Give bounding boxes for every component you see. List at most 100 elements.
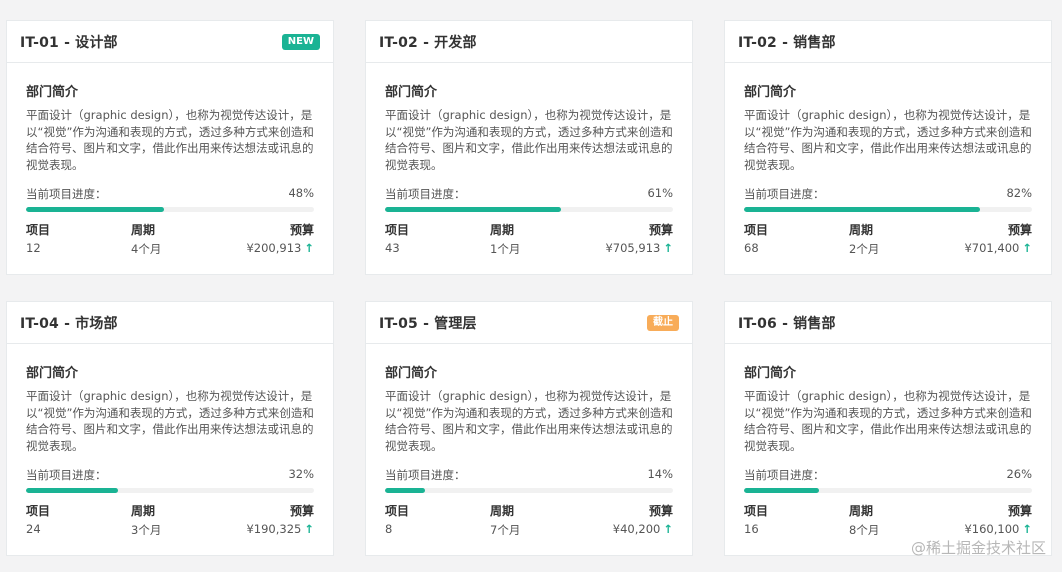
card-body: 部门简介 平面设计（graphic design），也称为视觉传达设计，是以“视… [366, 344, 692, 538]
section-title: 部门简介 [744, 85, 797, 100]
progress-percent: 61% [647, 186, 673, 200]
section-title: 部门简介 [744, 366, 797, 381]
stats-row: 项目 43 周期 1个月 预算 ¥705,913 ↑ [385, 221, 673, 257]
period-label: 周期 [849, 504, 874, 518]
card-title: IT-01 - 设计部 [20, 34, 118, 51]
project-label: 项目 [26, 223, 51, 237]
progress-row: 当前项目进度： 82% [744, 186, 1032, 202]
progress-label: 当前项目进度： [744, 187, 825, 201]
budget-value-row: ¥701,400 ↑ [964, 241, 1032, 255]
card-title: IT-02 - 销售部 [738, 34, 836, 51]
budget-value: ¥705,913 [605, 241, 661, 255]
budget-value-row: ¥200,913 ↑ [246, 241, 314, 255]
stats-row: 项目 16 周期 8个月 预算 ¥160,100 ↑ [744, 502, 1032, 538]
stats-row: 项目 8 周期 7个月 预算 ¥40,200 ↑ [385, 502, 673, 538]
department-card[interactable]: IT-04 - 市场部 部门简介 平面设计（graphic design），也称… [6, 301, 334, 556]
card-title: IT-05 - 管理层 [379, 315, 477, 332]
progress-percent: 26% [1006, 467, 1032, 481]
progress-bar-fill [385, 207, 561, 212]
progress-label: 当前项目进度： [744, 468, 825, 482]
department-card[interactable]: IT-01 - 设计部 NEW 部门简介 平面设计（graphic design… [6, 20, 334, 275]
arrow-up-icon: ↑ [1022, 522, 1032, 536]
stat-project: 项目 8 [385, 502, 490, 538]
card-header: IT-02 - 销售部 [725, 21, 1051, 63]
period-value: 7个月 [490, 523, 521, 537]
department-description: 平面设计（graphic design），也称为视觉传达设计，是以“视觉”作为沟… [26, 389, 314, 453]
progress-row: 当前项目进度： 14% [385, 467, 673, 483]
watermark: @稀土掘金技术社区 [910, 539, 1046, 557]
progress-bar [744, 207, 1032, 212]
project-value: 16 [744, 522, 759, 536]
stat-period: 周期 1个月 [490, 221, 595, 257]
card-header: IT-01 - 设计部 NEW [7, 21, 333, 63]
progress-percent: 82% [1006, 186, 1032, 200]
section-title: 部门简介 [26, 366, 79, 381]
stat-budget: 预算 ¥160,100 ↑ [954, 502, 1032, 538]
stat-project: 项目 43 [385, 221, 490, 257]
project-value: 43 [385, 241, 400, 255]
progress-row: 当前项目进度： 48% [26, 186, 314, 202]
progress-bar [744, 488, 1032, 493]
stats-row: 项目 12 周期 4个月 预算 ¥200,913 ↑ [26, 221, 314, 257]
budget-label: 预算 [648, 223, 673, 237]
department-card[interactable]: IT-05 - 管理层 截止 部门简介 平面设计（graphic design）… [365, 301, 693, 556]
budget-value: ¥190,325 [246, 522, 302, 536]
project-value: 8 [385, 522, 393, 536]
department-description: 平面设计（graphic design），也称为视觉传达设计，是以“视觉”作为沟… [744, 389, 1032, 453]
budget-value: ¥200,913 [246, 241, 302, 255]
arrow-up-icon: ↑ [304, 241, 314, 255]
department-card[interactable]: IT-02 - 开发部 部门简介 平面设计（graphic design），也称… [365, 20, 693, 275]
progress-percent: 48% [288, 186, 314, 200]
stat-period: 周期 8个月 [849, 502, 954, 538]
progress-bar-fill [744, 488, 819, 493]
card-header: IT-06 - 销售部 [725, 302, 1051, 344]
progress-row: 当前项目进度： 32% [26, 467, 314, 483]
department-description: 平面设计（graphic design），也称为视觉传达设计，是以“视觉”作为沟… [26, 108, 314, 172]
progress-bar-fill [26, 207, 165, 212]
period-label: 周期 [490, 223, 515, 237]
budget-value: ¥40,200 [612, 522, 661, 536]
card-header: IT-05 - 管理层 截止 [366, 302, 692, 344]
stat-project: 项目 16 [744, 502, 849, 538]
period-value: 1个月 [490, 242, 521, 256]
progress-row: 当前项目进度： 61% [385, 186, 673, 202]
progress-bar [385, 488, 673, 493]
budget-label: 预算 [289, 504, 314, 518]
arrow-up-icon: ↑ [663, 241, 673, 255]
project-label: 项目 [385, 223, 410, 237]
period-value: 2个月 [849, 242, 880, 256]
budget-label: 预算 [289, 223, 314, 237]
project-value: 12 [26, 241, 41, 255]
card-body: 部门简介 平面设计（graphic design），也称为视觉传达设计，是以“视… [7, 344, 333, 538]
card-header: IT-04 - 市场部 [7, 302, 333, 344]
arrow-up-icon: ↑ [304, 522, 314, 536]
budget-label: 预算 [1007, 223, 1032, 237]
department-description: 平面设计（graphic design），也称为视觉传达设计，是以“视觉”作为沟… [385, 108, 673, 172]
card-body: 部门简介 平面设计（graphic design），也称为视觉传达设计，是以“视… [7, 63, 333, 257]
stat-project: 项目 68 [744, 221, 849, 257]
project-value: 24 [26, 522, 41, 536]
section-title: 部门简介 [385, 85, 438, 100]
progress-percent: 14% [647, 467, 673, 481]
progress-bar-fill [26, 488, 119, 493]
progress-bar [26, 207, 314, 212]
department-card[interactable]: IT-02 - 销售部 部门简介 平面设计（graphic design），也称… [724, 20, 1052, 275]
card-body: 部门简介 平面设计（graphic design），也称为视觉传达设计，是以“视… [366, 63, 692, 257]
progress-row: 当前项目进度： 26% [744, 467, 1032, 483]
stat-budget: 预算 ¥190,325 ↑ [236, 502, 314, 538]
progress-bar [385, 207, 673, 212]
stat-period: 周期 4个月 [131, 221, 236, 257]
stats-row: 项目 68 周期 2个月 预算 ¥701,400 ↑ [744, 221, 1032, 257]
stat-budget: 预算 ¥200,913 ↑ [236, 221, 314, 257]
stat-budget: 预算 ¥40,200 ↑ [595, 502, 673, 538]
progress-label: 当前项目进度： [26, 468, 107, 482]
period-label: 周期 [131, 504, 156, 518]
department-card[interactable]: IT-06 - 销售部 部门简介 平面设计（graphic design），也称… [724, 301, 1052, 556]
card-body: 部门简介 平面设计（graphic design），也称为视觉传达设计，是以“视… [725, 344, 1051, 538]
budget-label: 预算 [1007, 504, 1032, 518]
project-value: 68 [744, 241, 759, 255]
budget-value: ¥160,100 [964, 522, 1020, 536]
period-label: 周期 [131, 223, 156, 237]
budget-value-row: ¥160,100 ↑ [964, 522, 1032, 536]
project-label: 项目 [744, 223, 769, 237]
